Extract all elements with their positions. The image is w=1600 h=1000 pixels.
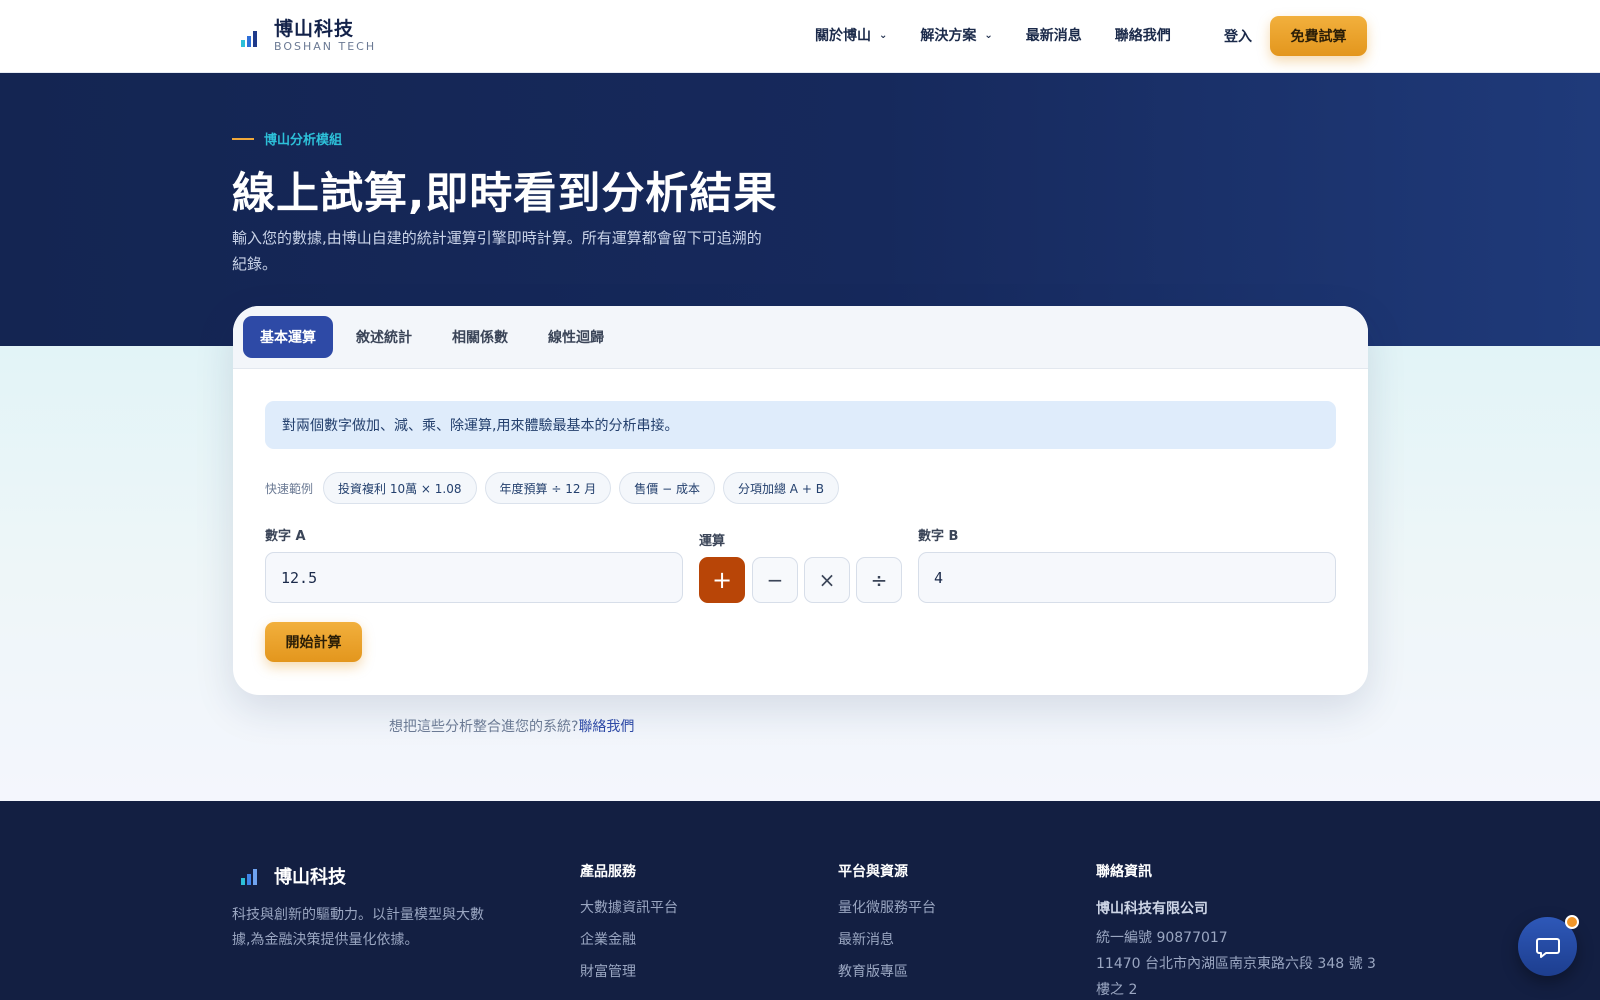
footer-resources: 平台與資源 量化微服務平台 最新消息 教育版專區 — [838, 861, 936, 995]
footer-link[interactable]: 量化微服務平台 — [838, 899, 936, 918]
nav-item-solutions[interactable]: 解決方案 ⌄ — [920, 25, 992, 45]
eyebrow-divider — [232, 137, 254, 140]
number-b-label: 數字 B — [918, 529, 959, 544]
number-b-input[interactable]: 4 — [918, 552, 1336, 603]
integration-text: 想把這些分析整合進您的系統? — [389, 719, 579, 735]
nav-item-label: 關於博山 — [815, 28, 871, 44]
site-header: 博山科技 BOSHAN TECH 關於博山 ⌄ 解決方案 ⌄ 最新消息 聯絡我們… — [0, 0, 1600, 73]
brand[interactable]: 博山科技 BOSHAN TECH — [240, 18, 376, 54]
footer-link[interactable]: 財富管理 — [580, 963, 678, 982]
address: 11470 台北市內湖區南京東路六段 348 號 3 樓之 2 — [1096, 956, 1376, 998]
multiply-operator-button[interactable]: × — [804, 557, 850, 603]
subtract-operator-button[interactable]: − — [752, 557, 798, 603]
hero-eyebrow: 博山分析模組 — [232, 129, 342, 148]
main-nav: 關於博山 ⌄ 解決方案 ⌄ 最新消息 聯絡我們 — [815, 25, 1204, 45]
footer-link[interactable]: 企業金融 — [580, 931, 678, 950]
calculate-button[interactable]: 開始計算 — [265, 622, 362, 662]
footer-brand-name: 博山科技 — [274, 867, 346, 888]
brand-subtitle: BOSHAN TECH — [274, 40, 377, 53]
example-chip[interactable]: 年度預算 ÷ 12 月 — [484, 472, 612, 504]
tab-basic-operations[interactable]: 基本運算 — [243, 316, 333, 358]
bar-chart-logo-icon — [241, 869, 257, 885]
footer-link[interactable]: 教育版專區 — [838, 963, 936, 982]
site-footer: 博山科技 科技與創新的驅動力。以計量模型與大數據,為金融決策提供量化依據。 產品… — [0, 801, 1600, 1000]
tax-id: 統一編號 90877017 — [1096, 930, 1228, 946]
example-chip[interactable]: 分項加總 A + B — [722, 472, 839, 504]
chevron-down-icon: ⌄ — [879, 29, 888, 41]
chat-bubble-icon — [1535, 937, 1560, 958]
bar-chart-logo-icon — [241, 31, 257, 47]
quick-examples: 快速範例 投資複利 10萬 × 1.08 年度預算 ÷ 12 月 售價 − 成本… — [265, 472, 847, 504]
quick-examples-label: 快速範例 — [265, 481, 314, 496]
number-a-label: 數字 A — [265, 529, 306, 544]
operator-label: 運算 — [699, 534, 726, 549]
eyebrow-text: 博山分析模組 — [264, 133, 343, 148]
footer-description: 科技與創新的驅動力。以計量模型與大數據,為金融決策提供量化依據。 — [232, 907, 484, 948]
footer-column-title: 產品服務 — [580, 864, 636, 880]
page-title: 線上試算,即時看到分析結果 — [232, 169, 778, 219]
nav-item-label: 解決方案 — [920, 28, 977, 44]
footer-column-title: 平台與資源 — [838, 864, 908, 880]
example-chip[interactable]: 售價 − 成本 — [619, 472, 715, 504]
footer-column-title: 聯絡資訊 — [1096, 864, 1152, 880]
brand-name: 博山科技 — [274, 18, 355, 40]
footer-contact: 聯絡資訊 博山科技有限公司 統一編號 90877017 11470 台北市內湖區… — [1096, 861, 1376, 1000]
nav-item-contact[interactable]: 聯絡我們 — [1115, 25, 1171, 45]
footer-brand: 博山科技 — [240, 863, 346, 889]
analysis-tabs: 基本運算 敘述統計 相關係數 線性迴歸 — [233, 306, 1368, 369]
hero-description: 輸入您的數據,由博山自建的統計運算引擎即時計算。所有運算都會留下可追溯的紀錄。 — [232, 229, 762, 273]
nav-item-label: 聯絡我們 — [1114, 28, 1171, 44]
nav-item-news[interactable]: 最新消息 — [1026, 25, 1082, 45]
example-chip[interactable]: 投資複利 10萬 × 1.08 — [323, 472, 477, 504]
contact-us-link[interactable]: 聯絡我們 — [578, 719, 634, 735]
free-trial-button[interactable]: 免費試算 — [1270, 16, 1367, 56]
tab-descriptive-statistics[interactable]: 敘述統計 — [339, 316, 429, 358]
calculator-card: 基本運算 敘述統計 相關係數 線性迴歸 對兩個數字做加、減、乘、除運算,用來體驗… — [233, 306, 1368, 695]
nav-item-about[interactable]: 關於博山 ⌄ — [815, 25, 887, 45]
integration-prompt: 想把這些分析整合進您的系統?聯絡我們 — [389, 716, 634, 736]
login-link[interactable]: 登入 — [1224, 26, 1252, 46]
number-a-input[interactable]: 12.5 — [265, 552, 683, 603]
chevron-down-icon: ⌄ — [984, 29, 993, 41]
divide-operator-button[interactable]: ÷ — [856, 557, 902, 603]
footer-link[interactable]: 大數據資訊平台 — [580, 899, 678, 918]
company-name: 博山科技有限公司 — [1096, 901, 1208, 917]
tab-linear-regression[interactable]: 線性迴歸 — [531, 316, 621, 358]
add-operator-button[interactable]: + — [699, 557, 745, 603]
brand-text: 博山科技 BOSHAN TECH — [274, 18, 376, 54]
info-banner: 對兩個數字做加、減、乘、除運算,用來體驗最基本的分析串接。 — [265, 401, 1336, 449]
notification-dot — [1565, 915, 1579, 929]
footer-link[interactable]: 最新消息 — [838, 931, 936, 950]
footer-products: 產品服務 大數據資訊平台 企業金融 財富管理 — [580, 861, 678, 995]
nav-item-label: 最新消息 — [1025, 28, 1082, 44]
tab-correlation[interactable]: 相關係數 — [435, 316, 525, 358]
